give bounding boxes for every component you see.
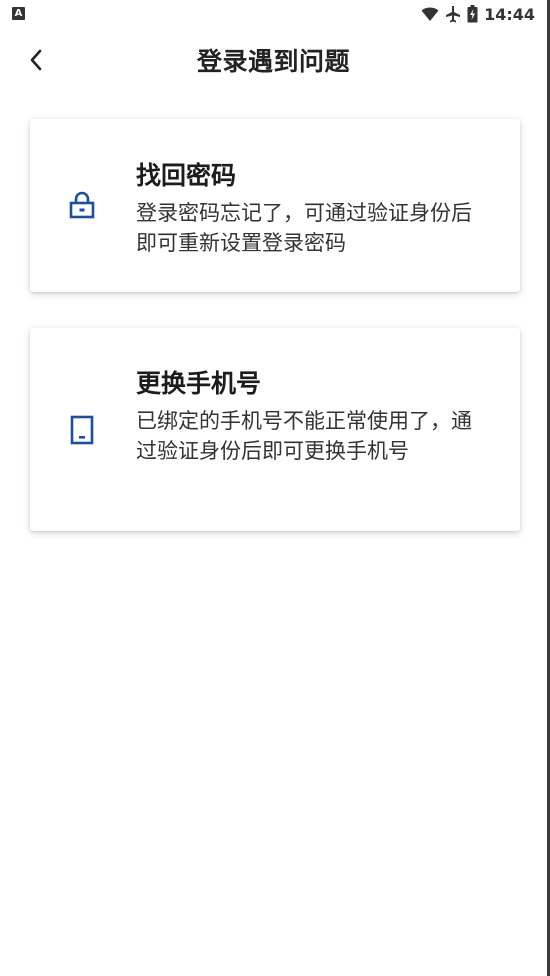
battery-icon [467, 5, 478, 23]
wifi-icon [421, 7, 439, 21]
card-icon-wrapper [66, 414, 98, 446]
change-phone-card[interactable]: 更换手机号 已绑定的手机号不能正常使用了，通过验证身份后即可更换手机号 [30, 328, 520, 531]
airplane-icon [446, 6, 461, 23]
card-description: 登录密码忘记了，可通过验证身份后即可重新设置登录密码 [136, 201, 472, 255]
status-bar: A 14:44 [0, 0, 547, 28]
card-title: 更换手机号 [136, 369, 262, 398]
page-title: 登录遇到问题 [196, 47, 350, 76]
card-icon-wrapper [66, 189, 98, 221]
lock-icon [69, 191, 95, 219]
card-description: 已绑定的手机号不能正常使用了，通过验证身份后即可更换手机号 [136, 409, 472, 463]
card-title: 找回密码 [136, 161, 237, 190]
app-header: 登录遇到问题 [0, 30, 547, 90]
recover-password-card[interactable]: 找回密码 登录密码忘记了，可通过验证身份后即可重新设置登录密码 [30, 119, 520, 292]
status-icons: 14:44 [421, 4, 535, 24]
phone-icon [70, 415, 94, 445]
status-time: 14:44 [484, 4, 535, 24]
accessibility-icon: A [12, 7, 25, 20]
